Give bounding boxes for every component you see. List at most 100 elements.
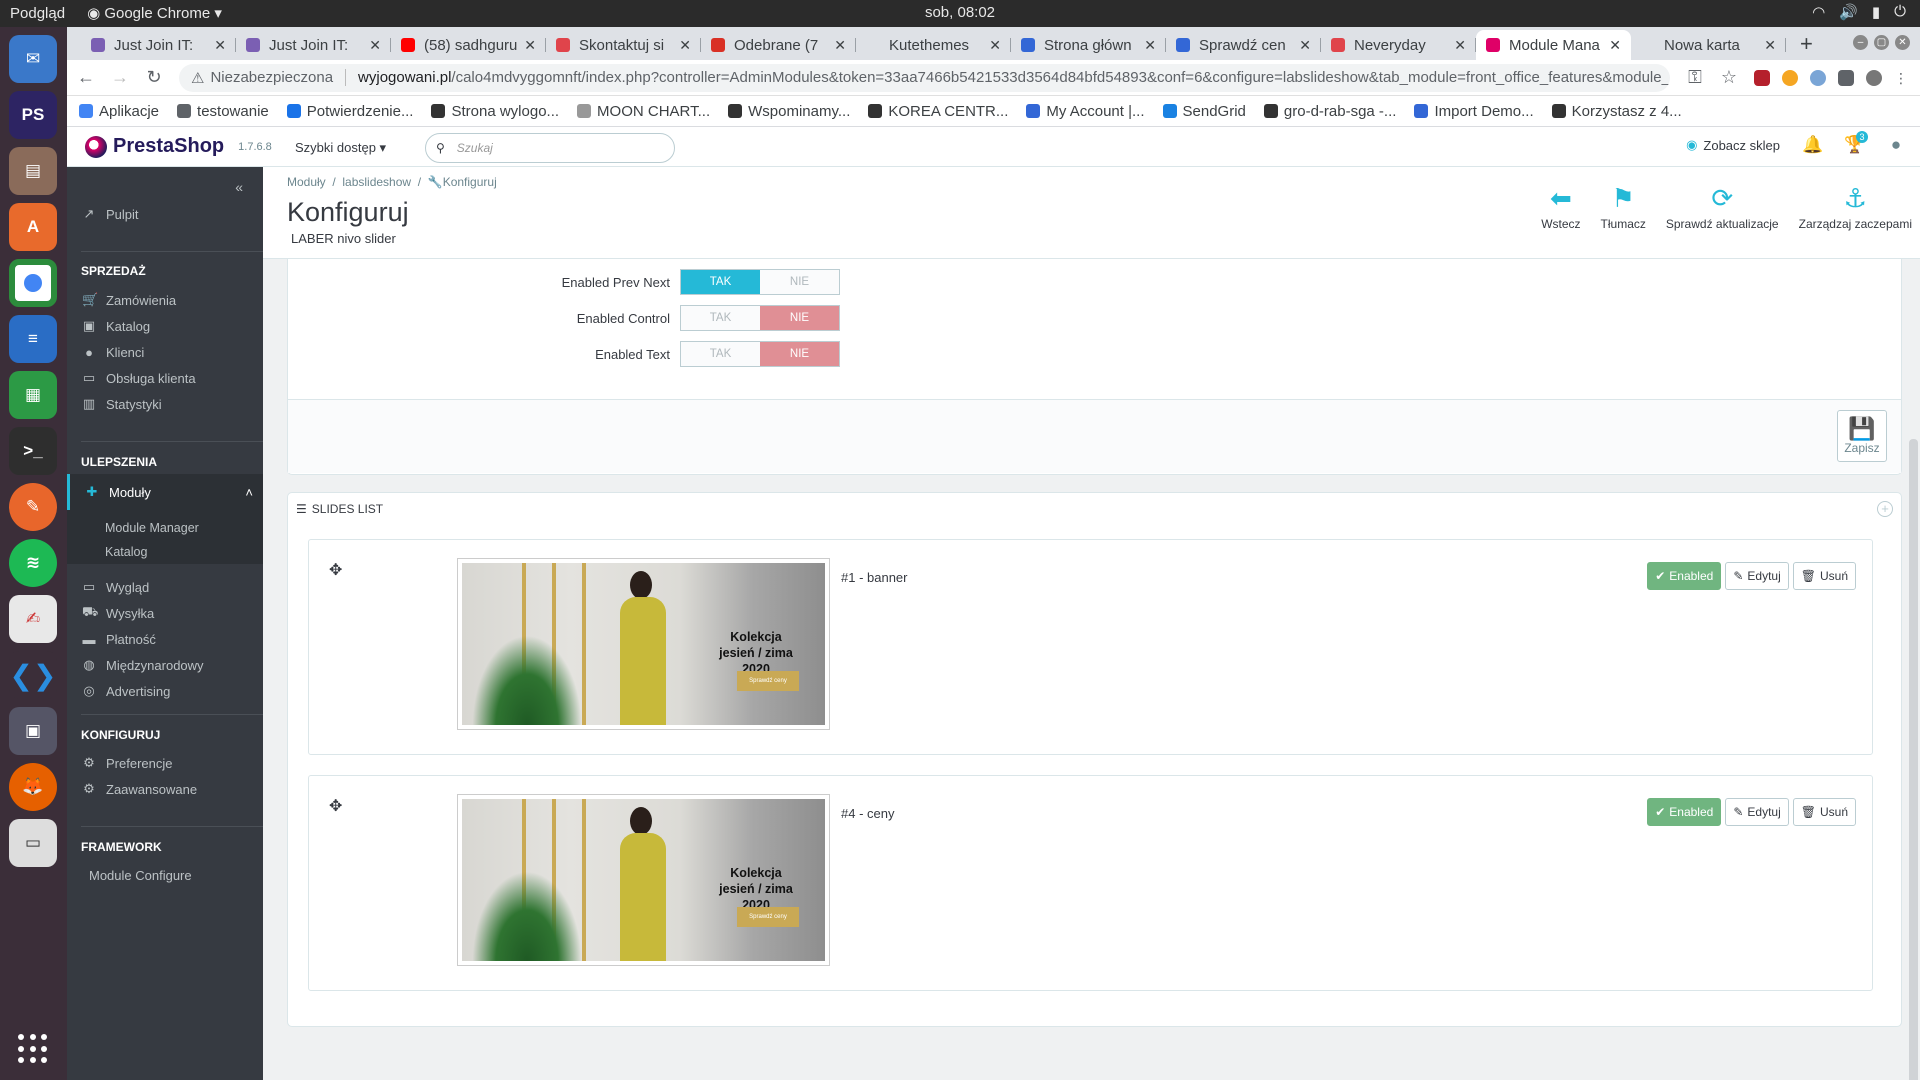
sidebar-item-stats[interactable]: ▥ Statystyki: [67, 391, 263, 417]
quick-access-dropdown[interactable]: Szybki dostęp ▾: [295, 140, 386, 156]
tab-item[interactable]: Sprawdź cen ✕: [1166, 30, 1321, 60]
calc-icon[interactable]: ▦: [9, 371, 57, 419]
back-icon[interactable]: ←: [77, 67, 95, 88]
sidebar-item-customers[interactable]: ● Klienci: [67, 339, 263, 365]
edit-button[interactable]: ✎ Edytuj: [1725, 562, 1789, 590]
maximize-button[interactable]: ▢: [1874, 35, 1889, 50]
drag-handle-icon[interactable]: ✥: [329, 560, 342, 580]
sidebar-sub-module-manager[interactable]: Module Manager: [67, 510, 263, 540]
battery-icon[interactable]: ▮: [1872, 3, 1880, 21]
close-tab-icon[interactable]: ✕: [214, 37, 226, 54]
document-viewer-icon[interactable]: ✍: [9, 595, 57, 643]
minimize-button[interactable]: –: [1853, 35, 1868, 50]
volume-icon[interactable]: 🔊: [1839, 3, 1858, 21]
close-tab-icon[interactable]: ✕: [1454, 37, 1466, 54]
close-window-button[interactable]: ✕: [1895, 35, 1910, 50]
tab-item[interactable]: Kutethemes ✕: [856, 30, 1011, 60]
sidebar-sub-catalog[interactable]: Katalog: [67, 540, 263, 564]
ublock-icon[interactable]: [1754, 69, 1770, 86]
prestashop-logo[interactable]: PrestaShop 1.7.6.8: [85, 135, 272, 158]
edit-button[interactable]: ✎ Edytuj: [1725, 798, 1789, 826]
chrome-dock-icon[interactable]: [9, 259, 57, 307]
software-center-icon[interactable]: A: [9, 203, 57, 251]
close-tab-icon[interactable]: ✕: [1764, 37, 1776, 54]
bookmark-star-icon[interactable]: ☆: [1720, 67, 1738, 88]
tab-item[interactable]: Skontaktuj si ✕: [546, 30, 701, 60]
bookmark-item[interactable]: Potwierdzenie...: [286, 103, 413, 120]
menu-icon[interactable]: ⋮: [1894, 70, 1910, 86]
bookmark-item[interactable]: Korzystasz z 4...: [1551, 103, 1682, 120]
postman-icon[interactable]: ✎: [9, 483, 57, 531]
power-icon[interactable]: ⏻: [1894, 3, 1906, 21]
delete-button[interactable]: 🗑 Usuń: [1792, 562, 1856, 590]
thunderbird-icon[interactable]: ✉: [9, 35, 57, 83]
check-updates-button[interactable]: ⟳ Sprawdź aktualizacje: [1662, 183, 1783, 231]
sidebar-item-catalog[interactable]: ▣ Katalog: [67, 313, 263, 339]
scanner-icon[interactable]: ▭: [9, 819, 57, 867]
close-tab-icon[interactable]: ✕: [1609, 37, 1621, 54]
tab-item[interactable]: Neveryday ✕: [1321, 30, 1476, 60]
enabled-toggle[interactable]: ✔ Enabled: [1647, 562, 1722, 590]
sidebar-item-payment[interactable]: ▬ Płatność: [67, 626, 263, 652]
show-apps-icon[interactable]: [18, 1034, 48, 1064]
tab-item[interactable]: Strona główn ✕: [1011, 30, 1166, 60]
sidebar-item-advertising[interactable]: ◎ Advertising: [67, 678, 263, 704]
bookmark-item[interactable]: My Account |...: [1026, 103, 1145, 120]
files-icon[interactable]: ▤: [9, 147, 57, 195]
translate-button[interactable]: ⚑ Tłumacz: [1597, 183, 1650, 231]
puzzle-icon[interactable]: [1838, 69, 1854, 86]
bookmark-item[interactable]: Strona wylogo...: [431, 103, 559, 120]
switch-no[interactable]: NIE: [760, 342, 839, 366]
sidebar-item-dashboard[interactable]: ↗ Pulpit: [67, 201, 263, 227]
extension-icon[interactable]: [1810, 69, 1826, 86]
manage-hooks-button[interactable]: ⚓ Zarządzaj zaczepami: [1795, 183, 1916, 231]
bookmark-item[interactable]: Import Demo...: [1414, 103, 1534, 120]
orders-icon[interactable]: 🏆 3: [1844, 131, 1868, 155]
account-icon[interactable]: ●: [1886, 135, 1906, 155]
phpstorm-icon[interactable]: PS: [9, 91, 57, 139]
key-icon[interactable]: ⚿: [1686, 67, 1704, 88]
bookmark-item[interactable]: KOREA CENTR...: [868, 103, 1008, 120]
view-shop-link[interactable]: ◉ Zobacz sklep: [1686, 137, 1780, 153]
sidebar-item-customer-service[interactable]: ▭ Obsługa klienta: [67, 365, 263, 391]
add-slide-button[interactable]: +: [1877, 501, 1893, 517]
tab-item[interactable]: (58) sadhguru ✕: [391, 30, 546, 60]
enabled-toggle[interactable]: ✔ Enabled: [1647, 798, 1722, 826]
forward-icon[interactable]: →: [111, 67, 129, 88]
profile-icon[interactable]: [1866, 69, 1882, 86]
search-input[interactable]: ⚲ Szukaj: [425, 133, 675, 163]
sidebar-item-module-configure[interactable]: Module Configure: [67, 862, 263, 888]
spotify-icon[interactable]: ≋: [9, 539, 57, 587]
switch-yes[interactable]: TAK: [681, 342, 760, 366]
sidebar-item-advanced[interactable]: ⚙ Zaawansowane: [67, 776, 263, 802]
bookmark-item[interactable]: testowanie: [177, 103, 269, 120]
close-tab-icon[interactable]: ✕: [989, 37, 1001, 54]
vscode-icon[interactable]: ❮❯: [9, 651, 57, 699]
yes-no-switch[interactable]: TAK NIE: [680, 341, 840, 367]
firefox-icon[interactable]: 🦊: [9, 763, 57, 811]
url-input[interactable]: ⚠ Niezabezpieczona wyjogowani.pl/calo4md…: [179, 63, 1670, 92]
close-tab-icon[interactable]: ✕: [679, 37, 691, 54]
tab-item[interactable]: Odebrane (7 ✕: [701, 30, 856, 60]
sidebar-item-shipping[interactable]: ⛟ Wysyłka: [67, 600, 263, 626]
wifi-icon[interactable]: ◠: [1812, 3, 1825, 21]
close-tab-icon[interactable]: ✕: [834, 37, 846, 54]
tab-item[interactable]: Just Join IT: ✕: [236, 30, 391, 60]
yes-no-switch[interactable]: TAK NIE: [680, 269, 840, 295]
sidebar-item-orders[interactable]: 🛒 Zamówienia: [67, 287, 263, 313]
switch-yes[interactable]: TAK: [681, 306, 760, 330]
bookmark-item[interactable]: gro-d-rab-sga -...: [1263, 103, 1396, 120]
breadcrumb-modules[interactable]: Moduły: [287, 175, 326, 189]
switch-no[interactable]: NIE: [760, 306, 839, 330]
drag-handle-icon[interactable]: ✥: [329, 796, 342, 816]
save-button[interactable]: 💾 Zapisz: [1837, 410, 1887, 462]
bookmark-item[interactable]: Wspominamy...: [728, 103, 850, 120]
notifications-icon[interactable]: 🔔: [1802, 135, 1823, 155]
tab-item[interactable]: Nowa karta ✕: [1631, 30, 1786, 60]
sidebar-item-international[interactable]: ◍ Międzynarodowy: [67, 652, 263, 678]
new-tab-button[interactable]: +: [1786, 31, 1827, 57]
scrollbar[interactable]: [1909, 439, 1918, 1080]
switch-yes[interactable]: TAK: [681, 270, 760, 294]
close-tab-icon[interactable]: ✕: [1299, 37, 1311, 54]
writer-icon[interactable]: ≡: [9, 315, 57, 363]
